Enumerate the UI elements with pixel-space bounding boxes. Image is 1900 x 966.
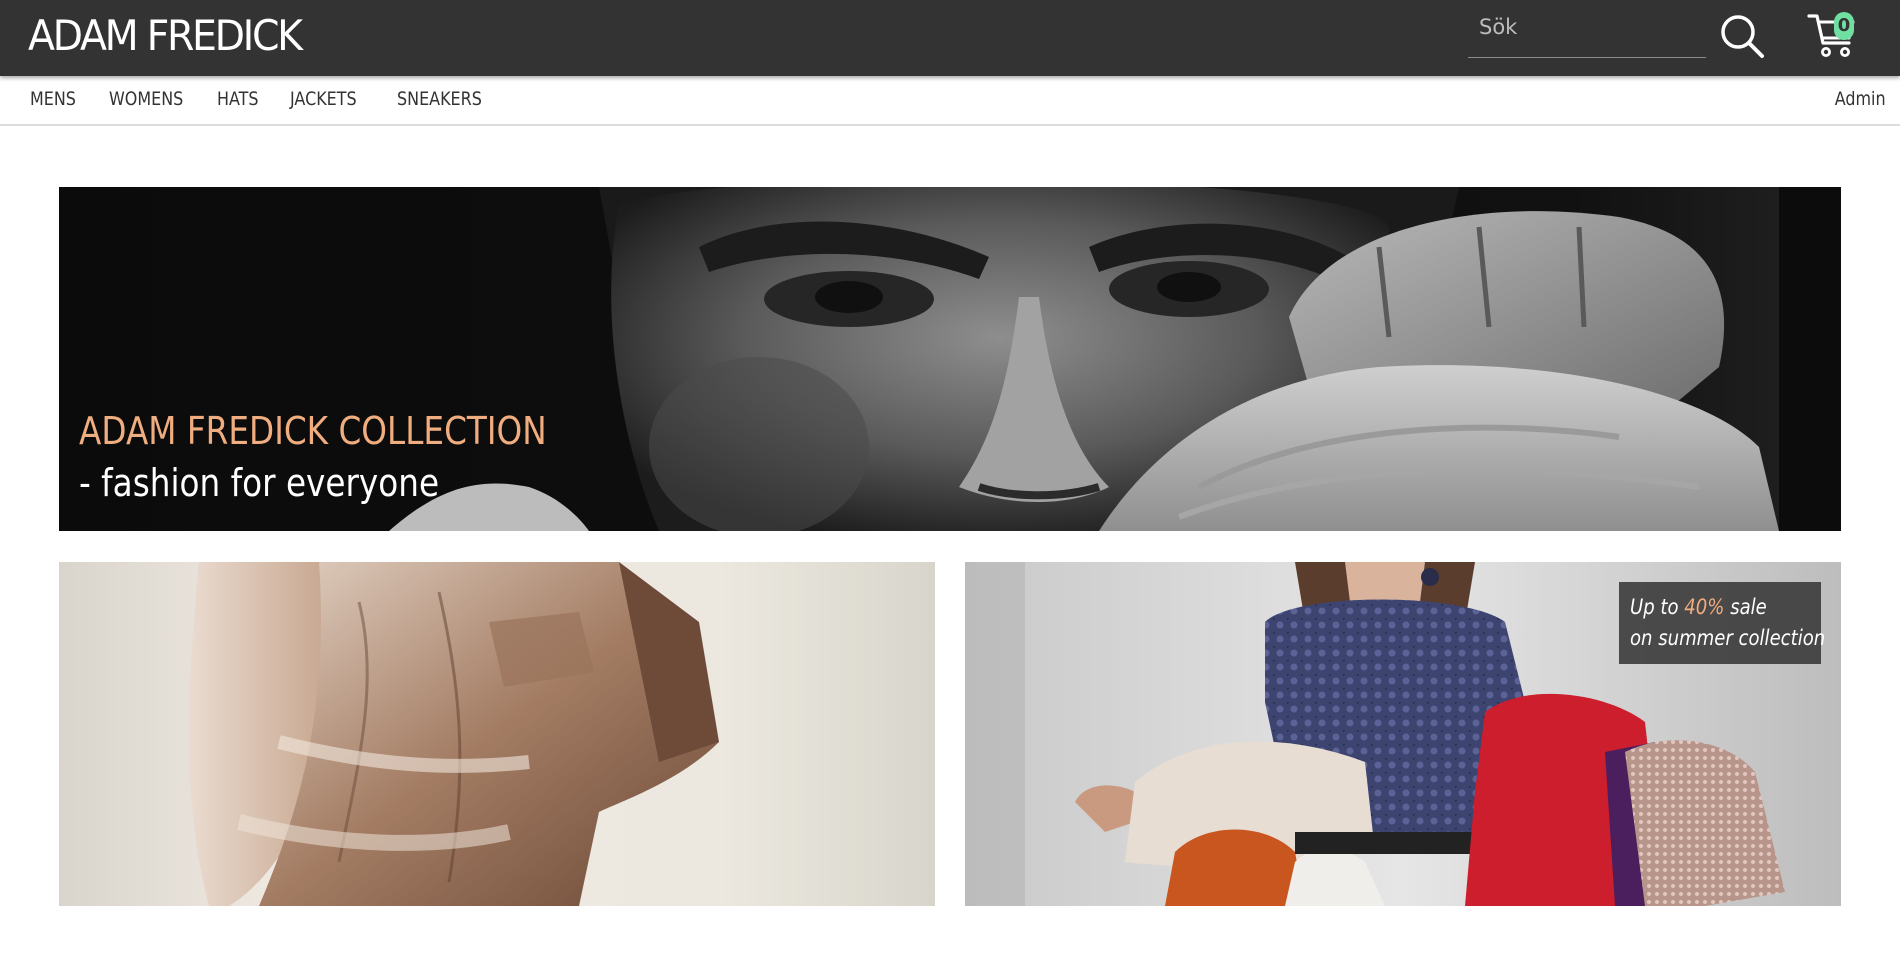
brand-logo[interactable]: ADAM FREDICK [28,11,303,61]
top-bar: ADAM FREDICK 0 [0,0,1900,76]
search-field[interactable] [1468,10,1706,58]
sale-percent: 40% [1684,595,1725,619]
hero-title: ADAM FREDICK COLLECTION [79,409,547,453]
search-icon [1721,15,1764,58]
sale-line-2: on summer collection [1630,626,1826,650]
sale-line-1: Up to 40% sale [1630,595,1767,619]
shirt-photo [59,562,935,906]
nav-item-jackets[interactable]: JACKETS [290,88,357,110]
promo-tile-right[interactable]: Up to 40% sale on summer collection [965,562,1841,906]
sale-badge: Up to 40% sale on summer collection [1619,582,1826,664]
promo-tile-left[interactable] [59,562,935,906]
nav-item-womens[interactable]: WOMENS [109,88,183,110]
nav-item-hats[interactable]: HATS [217,88,259,110]
search-input[interactable] [1468,10,1706,57]
nav-item-mens[interactable]: MENS [30,88,76,110]
nav-item-sneakers[interactable]: SNEAKERS [397,88,482,110]
search-button[interactable] [1718,12,1766,60]
cart-count-badge: 0 [1834,12,1854,40]
hero-subtitle: - fashion for everyone [79,461,440,505]
nav-admin-link[interactable]: Admin [1835,88,1886,110]
category-nav: MENS WOMENS HATS JACKETS SNEAKERS Admin [0,76,1900,126]
hero-banner[interactable]: ADAM FREDICK COLLECTION - fashion for ev… [59,187,1841,531]
